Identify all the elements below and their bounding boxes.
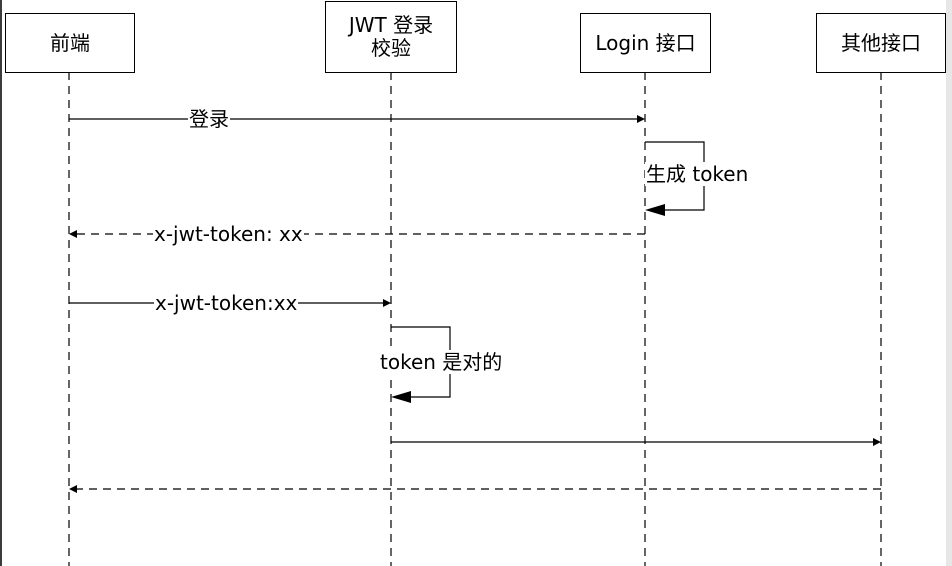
label-token-valid: token 是对的: [379, 350, 504, 374]
arrowhead-forward-request: [873, 438, 881, 446]
sequence-diagram: 前端 JWT 登录 校验 Login 接口 其他接口 登录 生成 token x…: [0, 0, 952, 566]
label-generate-token: 生成 token: [645, 162, 750, 186]
arrowhead-token-request: [383, 299, 391, 307]
diagram-lines: [68, 72, 882, 566]
arrowhead-generate-token: [645, 204, 665, 216]
arrowhead-other-response: [69, 485, 77, 493]
label-login-request: 登录: [188, 107, 230, 131]
lane-jwt-validation: JWT 登录 校验: [325, 1, 457, 73]
arrowhead-login-request: [637, 115, 645, 123]
label-token-request: x-jwt-token:xx: [154, 291, 299, 315]
lane-login-api: Login 接口: [580, 13, 711, 73]
label-token-response: x-jwt-token: xx: [153, 222, 304, 246]
arrowhead-token-response: [69, 230, 77, 238]
lane-frontend: 前端: [5, 13, 135, 73]
arrowhead-token-valid: [391, 391, 411, 403]
lane-other-api: 其他接口: [816, 13, 946, 73]
